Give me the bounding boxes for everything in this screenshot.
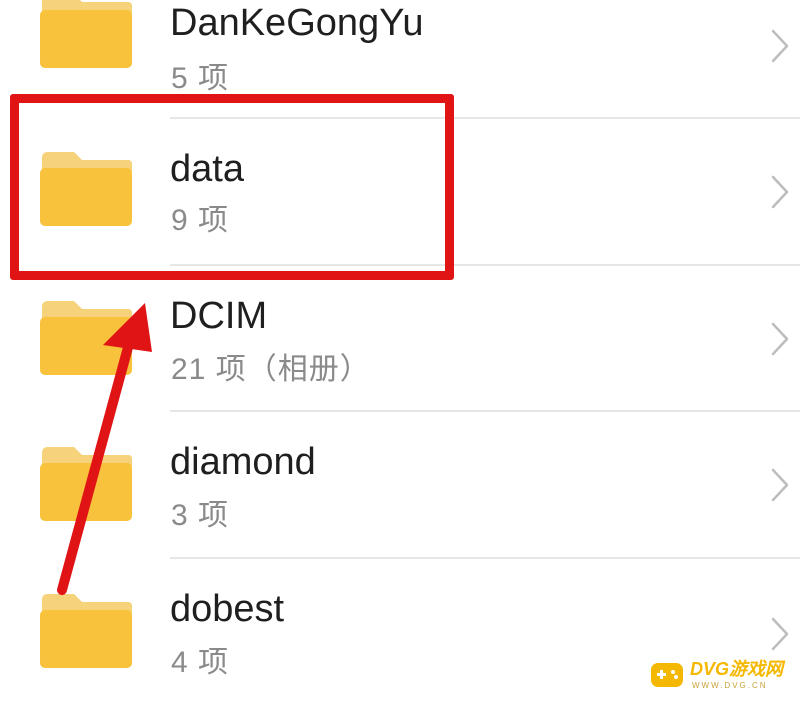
folder-item-count: 3 项 [171,499,230,532]
folder-row-dcim[interactable]: DCIM 21 项（相册） [0,265,800,411]
watermark: DVG游戏网 WWW.DVG.CN [646,654,798,698]
folder-row-diamond[interactable]: diamond 3 项 [0,411,800,557]
folder-name: diamond [170,441,316,483]
chevron-right-icon [771,468,789,502]
watermark-brand: DVG游戏网 [690,659,784,679]
folder-icon [40,447,132,521]
folder-name: dobest [170,588,285,630]
folder-icon [40,152,132,226]
folder-item-count: 4 项 [171,646,230,679]
chevron-right-icon [771,175,789,209]
folder-row-data[interactable]: data 9 项 [0,118,800,264]
chevron-right-icon [771,322,789,356]
folder-name: DanKeGongYu [170,2,424,44]
folder-item-count: 9 项 [171,204,230,237]
chevron-right-icon [771,29,789,63]
folder-name: data [170,148,244,190]
folder-list: DanKeGongYu 5 项 data 9 项 DCIM 21 项（相册） d… [0,0,800,702]
folder-icon [40,0,132,68]
folder-icon [40,301,132,375]
gamepad-icon [651,663,683,687]
watermark-url: WWW.DVG.CN [692,681,768,690]
folder-row-dankegongyu[interactable]: DanKeGongYu 5 项 [0,0,800,116]
chevron-right-icon [771,617,789,651]
folder-item-count: 21 项（相册） [171,353,371,386]
folder-name: DCIM [170,295,268,337]
folder-item-count: 5 项 [171,62,230,95]
folder-icon [40,594,132,668]
